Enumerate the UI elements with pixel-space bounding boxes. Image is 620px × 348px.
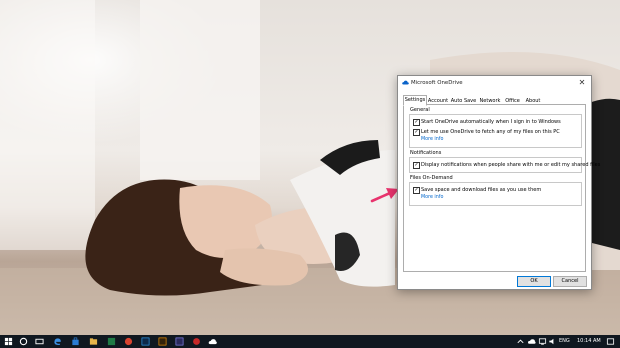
cancel-button[interactable]: Cancel bbox=[553, 276, 587, 287]
files-on-demand-more-info-link[interactable]: More info bbox=[421, 195, 443, 200]
settings-pane: General ✓ Start OneDrive automatically w… bbox=[403, 104, 600, 272]
edge-icon[interactable] bbox=[53, 337, 62, 346]
display-notifications-checkbox[interactable]: ✓ bbox=[413, 162, 420, 169]
save-space-label: Save space and download files as you use… bbox=[421, 187, 542, 193]
notifications-section-label: Notifications bbox=[410, 150, 442, 156]
close-button[interactable]: ✕ bbox=[576, 77, 588, 89]
onedrive-settings-dialog: Microsoft OneDrive ✕ Settings Account Au… bbox=[397, 75, 600, 290]
illustrator-icon[interactable] bbox=[158, 337, 167, 346]
app-icon[interactable] bbox=[192, 337, 201, 346]
window-title: Microsoft OneDrive bbox=[411, 79, 463, 86]
fetch-files-label: Let me use OneDrive to fetch any of my f… bbox=[421, 129, 560, 135]
store-icon[interactable] bbox=[71, 337, 80, 346]
fetch-files-checkbox[interactable]: ✓ bbox=[413, 129, 420, 136]
start-automatically-checkbox[interactable]: ✓ bbox=[413, 119, 420, 126]
taskbar: ENG 10:14 AM bbox=[0, 335, 620, 348]
display-notifications-label: Display notifications when people share … bbox=[421, 162, 601, 168]
close-icon: ✕ bbox=[578, 78, 586, 87]
save-space-checkbox[interactable]: ✓ bbox=[413, 187, 420, 194]
title-bar[interactable]: Microsoft OneDrive ✕ bbox=[398, 76, 591, 90]
onedrive-tray-icon[interactable] bbox=[527, 337, 536, 346]
chevron-up-icon[interactable] bbox=[516, 337, 525, 346]
cortana-icon[interactable] bbox=[19, 337, 28, 346]
tab-settings[interactable]: Settings bbox=[403, 95, 427, 106]
general-more-info-link[interactable]: More info bbox=[421, 137, 443, 142]
start-icon[interactable] bbox=[4, 337, 13, 346]
volume-icon[interactable] bbox=[548, 337, 557, 346]
general-group: ✓ Start OneDrive automatically when I si… bbox=[409, 114, 582, 148]
app-icon[interactable] bbox=[175, 337, 184, 346]
app-icon[interactable] bbox=[124, 337, 133, 346]
onedrive-cloud-icon bbox=[402, 80, 409, 85]
files-on-demand-section-label: Files On-Demand bbox=[410, 175, 453, 181]
ok-button[interactable]: OK bbox=[517, 276, 551, 287]
general-section-label: General bbox=[410, 107, 430, 113]
files-on-demand-group: ✓ Save space and download files as you u… bbox=[409, 182, 582, 206]
input-language[interactable]: ENG bbox=[559, 338, 570, 344]
file-explorer-icon[interactable] bbox=[89, 337, 98, 346]
task-view-icon[interactable] bbox=[35, 337, 44, 346]
start-automatically-label: Start OneDrive automatically when I sign… bbox=[421, 119, 561, 125]
app-icon[interactable] bbox=[107, 337, 116, 346]
notifications-icon[interactable] bbox=[606, 337, 615, 346]
network-icon[interactable] bbox=[538, 337, 547, 346]
notifications-group: ✓ Display notifications when people shar… bbox=[409, 157, 600, 173]
onedrive-icon[interactable] bbox=[208, 337, 217, 346]
photoshop-icon[interactable] bbox=[141, 337, 150, 346]
system-clock[interactable]: 10:14 AM bbox=[577, 338, 601, 344]
